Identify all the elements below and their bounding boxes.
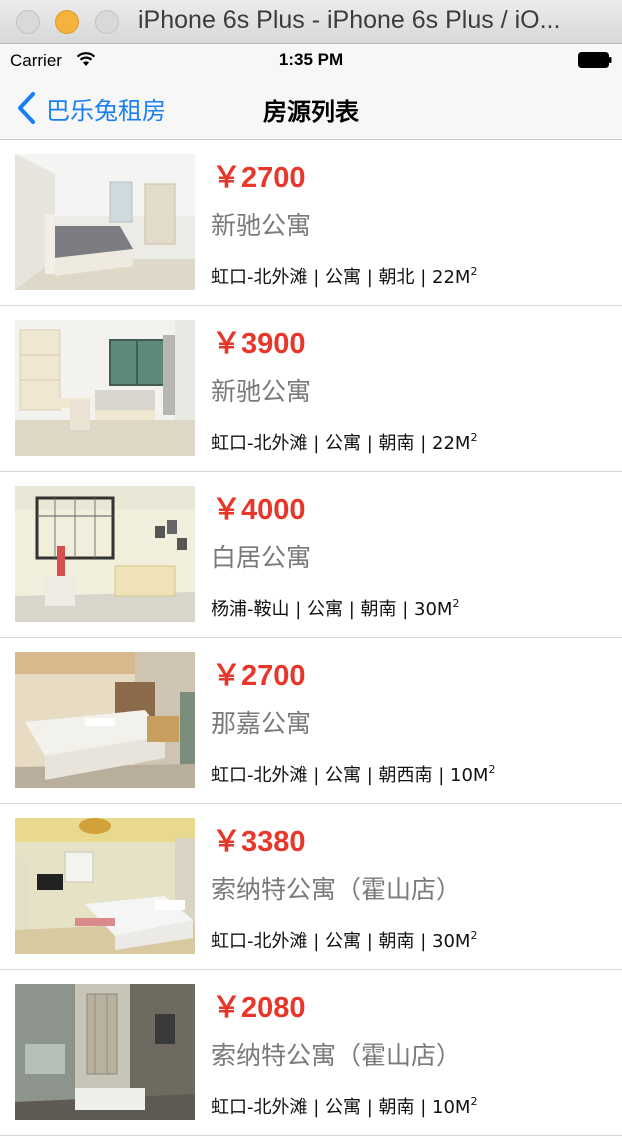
listing-row[interactable]: ￥4000 白居公寓 杨浦-鞍山 | 公寓 | 朝南 | 30M2 (0, 472, 622, 638)
listing-details: 虹口-北外滩 | 公寓 | 朝南 | 30M2 (211, 929, 478, 952)
window-zoom-button[interactable] (95, 10, 119, 34)
listing-name: 新驰公寓 (211, 377, 312, 406)
listing-price: ￥2700 (212, 162, 306, 194)
back-button[interactable]: 巴乐兔租房 (16, 90, 166, 126)
listing-photo (15, 984, 195, 1120)
listing-row[interactable]: ￥3900 新驰公寓 虹口-北外滩 | 公寓 | 朝南 | 22M2 (0, 306, 622, 472)
listing-details: 杨浦-鞍山 | 公寓 | 朝南 | 30M2 (211, 597, 460, 620)
chevron-left-icon (18, 92, 35, 124)
listing-price: ￥2080 (212, 992, 306, 1024)
listing-photo (15, 652, 195, 788)
navigation-bar: 巴乐兔租房 房源列表 (0, 76, 622, 140)
listing-photo (15, 154, 195, 290)
listing-photo (15, 486, 195, 622)
status-time: 1:35 PM (278, 50, 344, 69)
window-title: iPhone 6s Plus - iPhone 6s Plus / iO... (138, 6, 561, 34)
listing-price: ￥3900 (212, 328, 306, 360)
listing-row[interactable]: ￥2700 新驰公寓 虹口-北外滩 | 公寓 | 朝北 | 22M2 (0, 140, 622, 306)
listing-row[interactable]: ￥2080 索纳特公寓（霍山店） 虹口-北外滩 | 公寓 | 朝南 | 10M2 (0, 970, 622, 1136)
listing-details: 虹口-北外滩 | 公寓 | 朝西南 | 10M2 (211, 763, 496, 786)
listing-photo (15, 320, 195, 456)
listing-price: ￥4000 (212, 494, 306, 526)
listing-name: 白居公寓 (211, 543, 312, 572)
listing-name: 索纳特公寓（霍山店） (211, 1041, 462, 1070)
listing-name: 新驰公寓 (211, 211, 312, 240)
listing-price: ￥2700 (212, 660, 306, 692)
listing-price: ￥3380 (212, 826, 306, 858)
listing-name: 那嘉公寓 (211, 709, 312, 738)
listing-photo (15, 818, 195, 954)
listing-row[interactable]: ￥2700 那嘉公寓 虹口-北外滩 | 公寓 | 朝西南 | 10M2 (0, 638, 622, 804)
listing-details: 虹口-北外滩 | 公寓 | 朝北 | 22M2 (211, 265, 478, 288)
window-titlebar: iPhone 6s Plus - iPhone 6s Plus / iO... (0, 0, 622, 44)
window-minimize-button[interactable] (55, 10, 79, 34)
listing-row[interactable]: ￥3380 索纳特公寓（霍山店） 虹口-北外滩 | 公寓 | 朝南 | 30M2 (0, 804, 622, 970)
listing-table: ￥2700 新驰公寓 虹口-北外滩 | 公寓 | 朝北 | 22M2 ￥3900 (0, 140, 622, 1136)
back-button-label: 巴乐兔租房 (46, 96, 166, 125)
listing-name: 索纳特公寓（霍山店） (211, 875, 462, 904)
listing-details: 虹口-北外滩 | 公寓 | 朝南 | 22M2 (211, 431, 478, 454)
status-bar: Carrier 1:35 PM (0, 44, 622, 76)
page-title: 房源列表 (263, 98, 359, 126)
listing-details: 虹口-北外滩 | 公寓 | 朝南 | 10M2 (211, 1095, 478, 1118)
battery-icon (578, 52, 612, 68)
window-close-button[interactable] (16, 10, 40, 34)
